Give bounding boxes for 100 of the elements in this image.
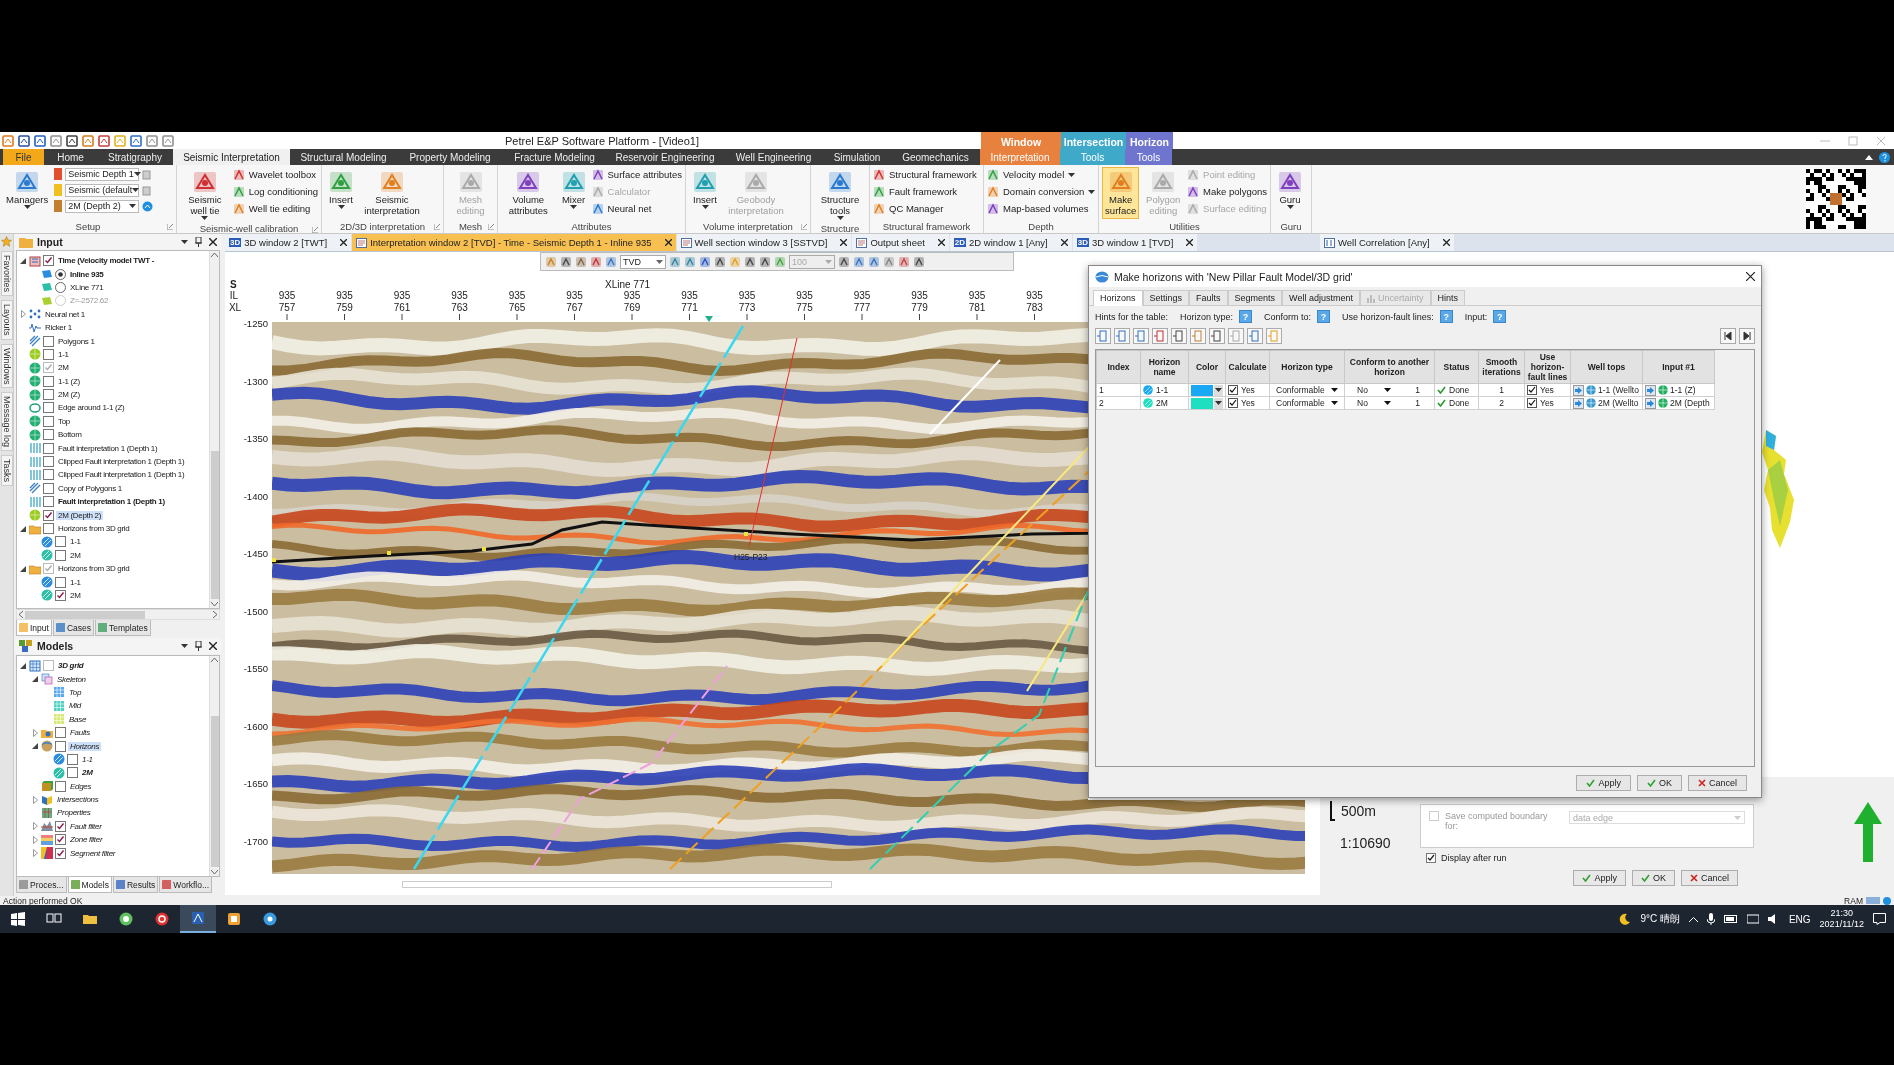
side-tab[interactable]: Layouts xyxy=(0,300,13,340)
scale-label: 500m xyxy=(1341,803,1377,819)
ribbon-small-button[interactable]: Map-based volumes xyxy=(987,201,1096,216)
domain-dropdown[interactable]: TVD xyxy=(620,254,666,269)
document-tab[interactable]: Interpretation window 2 [TVD] - Time - Seismic Depth 1 - Inline 935 xyxy=(352,234,676,251)
document-tab[interactable]: Well Correlation [Any] xyxy=(1320,234,1454,251)
dropdown-field[interactable]: Seismic (default xyxy=(65,183,140,197)
ribbon-tab[interactable]: Seismic Interpretation xyxy=(173,149,290,165)
ribbon-small-button[interactable]: Surface attributes xyxy=(591,167,682,182)
ribbon-small-button[interactable]: QC Manager xyxy=(873,201,977,216)
tree-item[interactable]: Copy of Polygons 1 xyxy=(56,483,124,493)
side-tab[interactable]: Favorites xyxy=(0,251,13,296)
conform-dropdown[interactable]: No xyxy=(1347,398,1391,408)
panel-tab[interactable]: Proces... xyxy=(16,877,67,893)
ribbon-button[interactable]: Insert xyxy=(689,167,721,212)
dialog-button[interactable]: Apply xyxy=(1573,870,1626,886)
tree-item[interactable]: Ricker 1 xyxy=(43,323,74,333)
conform-dropdown[interactable]: No xyxy=(1347,385,1391,395)
ribbon-small-button[interactable]: Fault framework xyxy=(873,184,977,199)
ribbon-button[interactable]: Insert xyxy=(325,167,357,212)
clock[interactable]: 21:30 2021/11/12 xyxy=(1819,908,1864,930)
depth-label: -1550 xyxy=(243,662,268,674)
ribbon-button[interactable]: Make surface xyxy=(1102,167,1140,219)
document-tab[interactable]: 3D 3D window 1 [TVD] xyxy=(1072,234,1198,251)
tree-item[interactable]: Fault interpretation 1 (Depth 1) xyxy=(56,497,167,507)
ribbon-button[interactable]: Managers xyxy=(3,167,52,212)
ribbon-button[interactable]: Seismic well tie xyxy=(180,167,230,223)
ribbon-small-button[interactable]: Log conditioning xyxy=(232,184,318,199)
panel-tab[interactable]: Workflo... xyxy=(159,877,213,893)
dialog-tab[interactable]: Faults xyxy=(1189,290,1228,305)
tree-item[interactable]: 1-1 xyxy=(56,349,71,359)
tree-item[interactable]: Clipped Fault interpretation 1 (Depth 1) xyxy=(56,457,187,467)
panel-tab[interactable]: Templates xyxy=(95,620,151,636)
side-tab[interactable]: Message log xyxy=(0,392,13,452)
ribbon-tab[interactable]: Stratigraphy xyxy=(97,149,173,165)
ribbon-button[interactable]: Volume attributes xyxy=(501,167,556,219)
ribbon-tab[interactable]: Home xyxy=(44,149,97,165)
ribbon-tab[interactable]: Tools xyxy=(1125,149,1172,165)
dialog-button[interactable]: OK xyxy=(1636,775,1682,791)
document-tab[interactable]: 3D 3D window 2 [TWT] xyxy=(225,234,352,251)
ribbon-button[interactable]: Structure tools xyxy=(814,167,866,223)
ribbon-button[interactable]: Guru xyxy=(1274,167,1306,212)
dialog-tab[interactable]: Segments xyxy=(1227,290,1283,305)
panel-tab[interactable]: Cases xyxy=(52,620,94,636)
ribbon-small-button[interactable]: Velocity model xyxy=(987,167,1096,182)
ribbon-small-button[interactable]: Make polygons xyxy=(1187,184,1267,199)
tree-item[interactable]: XLine 771 xyxy=(68,282,106,292)
ribbon-tab[interactable]: Simulation xyxy=(823,149,891,165)
document-tab[interactable]: Output sheet xyxy=(852,234,949,251)
dialog-button[interactable]: Apply xyxy=(1576,775,1631,791)
tree-item[interactable]: Polygons 1 xyxy=(56,336,97,346)
dropdown-field[interactable]: 2M (Depth 2) xyxy=(65,199,140,213)
tree-item[interactable]: Inline 935 xyxy=(68,269,106,279)
column-header: Use horizon-fault lines xyxy=(1524,350,1571,384)
document-tab[interactable]: 2D 2D window 1 [Any] xyxy=(949,234,1072,251)
tree-item[interactable]: 1-1 (Z) xyxy=(56,376,82,386)
ribbon-small-button[interactable]: Neural net xyxy=(591,201,682,216)
panel-tab[interactable]: Models xyxy=(67,877,112,893)
dropdown-field[interactable]: Seismic Depth 1 xyxy=(65,167,140,181)
dialog-tab[interactable]: Horizons xyxy=(1093,290,1143,306)
ribbon-tab[interactable]: File xyxy=(3,149,44,165)
language-indicator[interactable]: ENG xyxy=(1788,913,1811,925)
dialog-button[interactable]: OK xyxy=(1631,870,1675,886)
tree-item[interactable]: Clipped Fault interpretation 1 (Depth 1) xyxy=(56,470,187,480)
tree-item[interactable]: Top xyxy=(56,416,72,426)
tree-item[interactable]: 2M (Depth 2) xyxy=(56,510,104,520)
ribbon-group-label: Guru xyxy=(1280,221,1302,232)
document-tab[interactable]: Well section window 3 [SSTVD] xyxy=(676,234,852,251)
dialog-tab[interactable]: Well adjustment xyxy=(1282,290,1360,305)
ribbon-small-button[interactable]: Domain conversion xyxy=(987,184,1096,199)
hint-label: Input: xyxy=(1464,311,1488,322)
ribbon-tab[interactable]: Structural Modeling xyxy=(290,149,397,165)
ribbon-small-button[interactable]: Well tie editing xyxy=(232,201,318,216)
dialog-tab[interactable]: Hints xyxy=(1430,290,1465,305)
ribbon-tab[interactable]: Fracture Modeling xyxy=(503,149,606,165)
tree-item[interactable]: Bottom xyxy=(56,430,84,440)
side-tab[interactable]: Windows xyxy=(0,343,13,389)
tree-item[interactable]: Fault interpretation 1 (Depth 1) xyxy=(56,443,160,453)
ribbon-tab[interactable]: Geomechanics xyxy=(891,149,980,165)
tree-item[interactable]: Time (Velocity model TWT - xyxy=(56,256,157,266)
ribbon-button[interactable]: Seismic interpretation xyxy=(360,167,424,219)
ribbon-small-button[interactable]: Structural framework xyxy=(873,167,977,182)
side-tab[interactable]: Tasks xyxy=(0,455,13,487)
tree-item[interactable]: Edge around 1-1 (Z) xyxy=(56,403,127,413)
ribbon-tab[interactable]: Property Modeling xyxy=(397,149,503,165)
checkbox-label: Yes xyxy=(1540,398,1554,408)
ribbon-small-button[interactable]: Wavelet toolbox xyxy=(232,167,318,182)
dialog-tab[interactable]: Settings xyxy=(1142,290,1190,305)
panel-tab[interactable]: Results xyxy=(112,877,159,893)
dialog-button[interactable]: Cancel xyxy=(1688,775,1747,791)
tree-item[interactable]: 2M xyxy=(68,550,83,560)
dialog-button[interactable]: Cancel xyxy=(1681,870,1738,886)
panel-tab[interactable]: Input xyxy=(16,620,52,636)
ribbon-tab[interactable]: Well Engineering xyxy=(724,149,823,165)
ribbon-tab[interactable]: Reservoir Engineering xyxy=(606,149,724,165)
tree-item[interactable]: 1-1 xyxy=(68,537,83,547)
tree-item[interactable]: 2M (Z) xyxy=(56,390,82,400)
ribbon-button[interactable]: Mixer xyxy=(558,167,589,212)
tree-item[interactable]: Horizons from 3D grid xyxy=(56,524,132,533)
tree-item[interactable]: Neural net 1 xyxy=(43,309,87,319)
